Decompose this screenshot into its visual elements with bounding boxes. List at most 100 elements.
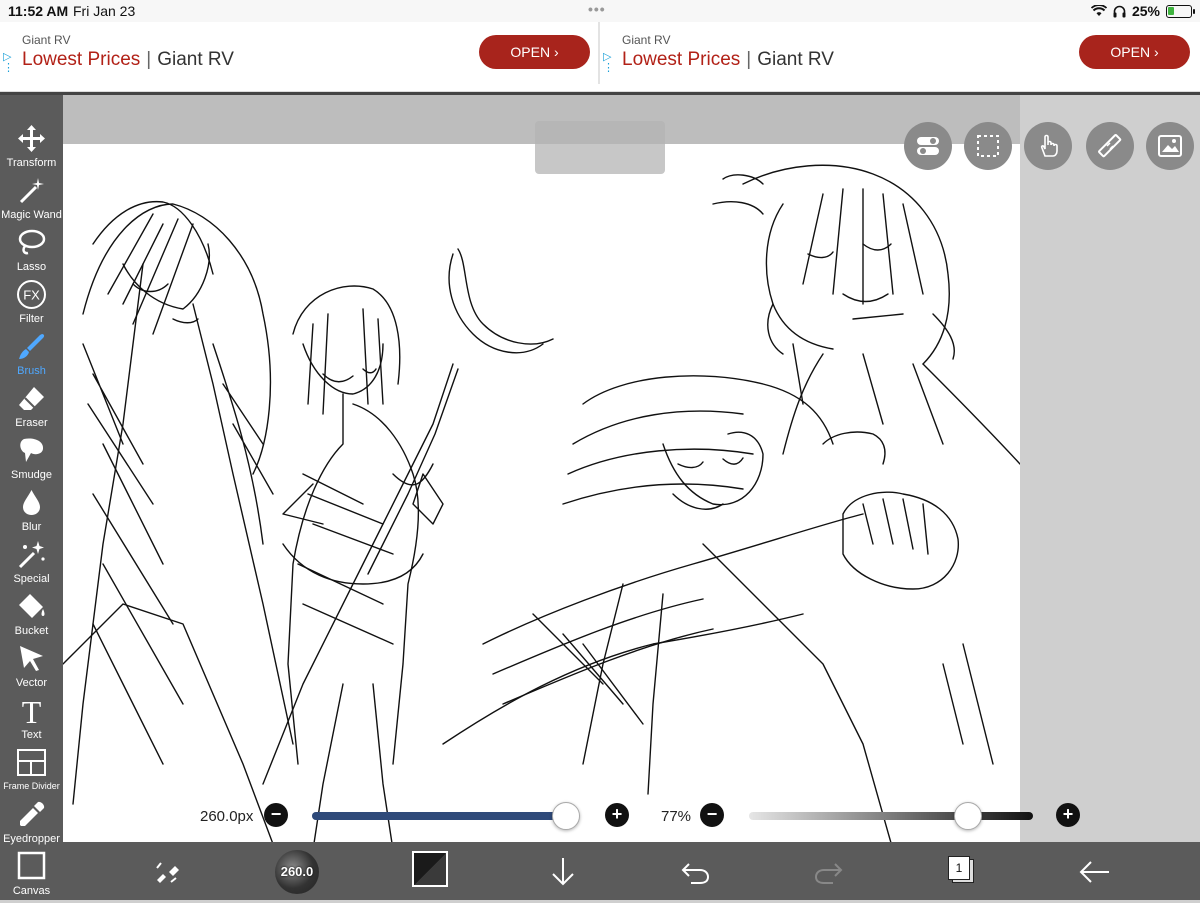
quick-menu-button[interactable]: [904, 122, 952, 170]
ad-open-button[interactable]: OPEN ›: [1079, 35, 1190, 69]
tool-label: Filter: [19, 313, 44, 325]
status-time: 11:52 AM: [8, 3, 69, 19]
ruler-icon: [1098, 134, 1122, 158]
image-icon: [1158, 135, 1182, 157]
tool-special[interactable]: Special: [0, 539, 63, 591]
tool-label: Blur: [21, 521, 42, 533]
tool-label: Text: [21, 729, 42, 741]
opacity-decrease-button[interactable]: −: [700, 803, 724, 827]
tool-eraser[interactable]: Eraser: [0, 383, 63, 435]
ad-brand: Giant RV: [622, 33, 671, 47]
fx-icon: FX: [17, 280, 46, 309]
text-glyph: T: [22, 695, 42, 726]
ad-headline-red: Lowest Prices: [622, 49, 741, 70]
download-button[interactable]: [543, 852, 583, 892]
layer-count: 1: [948, 856, 970, 880]
tool-label: Frame Divider: [3, 781, 60, 791]
tool-label: Vector: [15, 677, 48, 689]
color-swatch-button[interactable]: [412, 851, 448, 887]
ad-headline-separator: |: [146, 49, 152, 70]
brush-icon: [19, 334, 45, 359]
material-button[interactable]: [1146, 122, 1194, 170]
toast-overlay: [535, 121, 665, 174]
ad-headline-name: Giant RV: [157, 49, 234, 70]
tool-text[interactable]: T Text: [0, 695, 63, 747]
redo-button[interactable]: [809, 852, 849, 892]
selection-button[interactable]: [964, 122, 1012, 170]
tool-label: Smudge: [11, 469, 52, 481]
multitasking-dots-icon[interactable]: •••: [588, 1, 606, 17]
battery-icon: [1166, 4, 1195, 18]
ad-brand: Giant RV: [22, 33, 71, 47]
tool-canvas[interactable]: Canvas: [0, 851, 63, 903]
tool-label: Eraser: [15, 417, 48, 429]
opacity-slider[interactable]: [749, 812, 1033, 820]
sparkle-icon: [18, 541, 45, 569]
ad-headline[interactable]: Lowest Prices | Giant RV: [22, 49, 234, 71]
undo-button[interactable]: [675, 852, 715, 892]
touch-gesture-button[interactable]: [1024, 122, 1072, 170]
status-bar: 11:52 AM Fri Jan 23 ••• 25%: [0, 0, 1200, 22]
opacity-knob[interactable]: [954, 802, 982, 830]
toggle-icon: [917, 137, 939, 155]
tool-magic-wand[interactable]: Magic Wand: [0, 175, 63, 227]
undo-icon: [681, 863, 710, 884]
brush-size-increase-button[interactable]: +: [605, 803, 629, 827]
canvas-icon: [17, 851, 46, 880]
ad-headline[interactable]: Lowest Prices | Giant RV: [622, 49, 834, 71]
opacity-value: 77%: [661, 808, 692, 825]
drawing-canvas[interactable]: [63, 144, 1020, 850]
tool-smudge[interactable]: Smudge: [0, 435, 63, 487]
eraser-icon: [19, 387, 44, 410]
opacity-increase-button[interactable]: +: [1056, 803, 1080, 827]
brush-size-preview-label: 260.0: [280, 864, 314, 879]
tool-eyedropper[interactable]: Eyedropper: [0, 799, 63, 851]
ad-unit-left[interactable]: ▷ ⋮ Giant RV Lowest Prices | Giant RV OPEN …: [0, 22, 598, 84]
tool-label: Canvas: [12, 885, 51, 897]
ad-headline-name: Giant RV: [757, 49, 834, 70]
brush-eraser-swap-icon: [156, 862, 179, 883]
ruler-button[interactable]: [1086, 122, 1134, 170]
tool-filter[interactable]: FX Filter: [0, 279, 63, 331]
slider-row: 260.0px − + 77% − +: [63, 795, 1200, 840]
ad-open-button[interactable]: OPEN ›: [479, 35, 590, 69]
brush-size-decrease-button[interactable]: −: [264, 803, 288, 827]
drop-icon: [23, 490, 40, 515]
text-icon: T: [22, 695, 42, 726]
adchoices-icon[interactable]: ▷ ⋮: [3, 52, 15, 78]
tool-panel: Transform Magic Wand Lasso FX Filter Bru…: [0, 95, 63, 900]
tool-label: Bucket: [14, 625, 49, 637]
tool-lasso[interactable]: Lasso: [0, 227, 63, 279]
arrow-left-icon: [1079, 861, 1109, 883]
wifi-icon: [1090, 5, 1107, 16]
tool-bucket[interactable]: Bucket: [0, 591, 63, 643]
tool-vector[interactable]: Vector: [0, 643, 63, 695]
sketch-artwork: [63, 164, 1020, 850]
ad-banner: ▷ ⋮ Giant RV Lowest Prices | Giant RV OPEN …: [0, 22, 1200, 92]
tool-label: Transform: [6, 157, 57, 169]
ad-unit-right[interactable]: ▷ ⋮ Giant RV Lowest Prices | Giant RV OPEN …: [600, 22, 1198, 84]
frame-divider-icon: [17, 749, 46, 776]
brush-size-knob[interactable]: [552, 802, 580, 830]
tool-label: Lasso: [16, 261, 47, 273]
tool-frame-divider[interactable]: Frame Divider: [0, 747, 63, 799]
tool-brush[interactable]: Brush: [0, 331, 63, 383]
move-arrows-icon: [18, 125, 45, 152]
swap-tool-button[interactable]: [147, 852, 187, 892]
status-right: 25%: [1090, 3, 1195, 19]
headphones-icon: [1113, 5, 1126, 17]
brush-size-slider[interactable]: [312, 812, 579, 820]
ad-headline-red: Lowest Prices: [22, 49, 141, 70]
adchoices-icon[interactable]: ▷ ⋮: [603, 52, 615, 78]
back-button[interactable]: [1075, 852, 1115, 892]
magic-wand-icon: [19, 178, 44, 204]
tool-label: Magic Wand: [1, 209, 62, 221]
battery-percent: 25%: [1131, 3, 1160, 19]
tool-blur[interactable]: Blur: [0, 487, 63, 539]
ad-headline-separator: |: [746, 49, 752, 70]
tool-label: Brush: [17, 365, 46, 377]
bottom-toolbar: 260.0 1: [63, 842, 1200, 900]
tool-transform[interactable]: Transform: [0, 123, 63, 175]
cursor-icon: [20, 646, 43, 671]
tool-label: Special: [13, 573, 50, 585]
